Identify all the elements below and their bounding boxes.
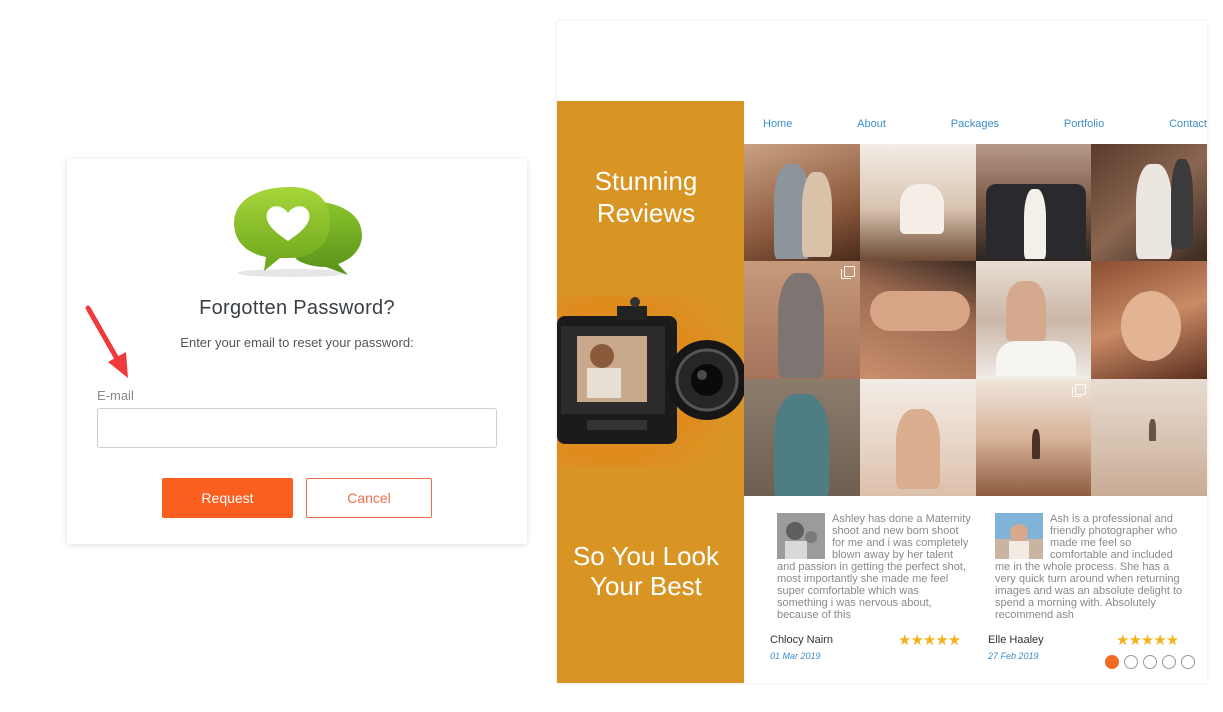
request-button[interactable]: Request	[162, 478, 293, 518]
side-heading-bottom: So You Look Your Best	[572, 541, 720, 601]
portfolio-photo[interactable]	[1091, 261, 1207, 379]
portfolio-photo[interactable]	[975, 378, 1092, 496]
nav-home[interactable]: Home	[763, 118, 792, 132]
portfolio-photo[interactable]	[1091, 144, 1207, 262]
reviewer-avatar	[995, 513, 1043, 559]
carousel-dot[interactable]	[1143, 655, 1157, 669]
email-field[interactable]	[97, 408, 497, 448]
nav-about[interactable]: About	[857, 118, 886, 132]
side-panel: Stunning Reviews So You Look Your Best	[557, 101, 744, 683]
portfolio-photo[interactable]	[859, 378, 976, 496]
reviewer-name: Chlocy Nairn	[770, 634, 833, 646]
star-rating: ★★★★★	[898, 632, 961, 649]
star-rating: ★★★★★	[1116, 632, 1179, 649]
portfolio-photo[interactable]	[1091, 378, 1207, 496]
review-card: Ash is a professional and friendly photo…	[988, 513, 1190, 663]
carousel-dot[interactable]	[1105, 655, 1119, 669]
carousel-dot[interactable]	[1162, 655, 1176, 669]
side-heading-top: Stunning Reviews	[594, 166, 698, 228]
multiple-photos-icon	[840, 266, 855, 280]
portfolio-photo[interactable]	[859, 261, 976, 379]
portfolio-photo[interactable]	[744, 261, 860, 379]
multiple-photos-icon	[1072, 383, 1087, 397]
review-date: 27 Feb 2019	[988, 651, 1039, 661]
site-nav: Home About Packages Portfolio Contact	[763, 118, 1207, 132]
reviewer-name: Elle Haaley	[988, 634, 1044, 646]
portfolio-photo[interactable]	[975, 261, 1092, 379]
camera-icon	[557, 296, 744, 466]
annotation-arrow-icon	[85, 305, 128, 378]
nav-packages[interactable]: Packages	[951, 118, 999, 132]
email-label: E-mail	[97, 388, 134, 403]
portfolio-photo[interactable]	[859, 144, 976, 262]
portfolio-photo[interactable]	[744, 144, 860, 262]
nav-contact[interactable]: Contact	[1169, 118, 1207, 132]
portfolio-photo[interactable]	[975, 144, 1092, 262]
reviewer-avatar	[777, 513, 825, 559]
review-card: Ashley has done a Maternity shoot and ne…	[770, 513, 972, 663]
portfolio-photo[interactable]	[744, 378, 860, 496]
nav-portfolio[interactable]: Portfolio	[1064, 118, 1104, 132]
review-date: 01 Mar 2019	[770, 651, 821, 661]
carousel-dots	[1105, 655, 1195, 669]
carousel-dot[interactable]	[1181, 655, 1195, 669]
portfolio-grid	[744, 144, 1207, 496]
cancel-button[interactable]: Cancel	[306, 478, 432, 518]
chat-heart-icon	[234, 187, 362, 277]
website-preview: Stunning Reviews So You Look Your Best H…	[557, 21, 1207, 683]
carousel-dot[interactable]	[1124, 655, 1138, 669]
